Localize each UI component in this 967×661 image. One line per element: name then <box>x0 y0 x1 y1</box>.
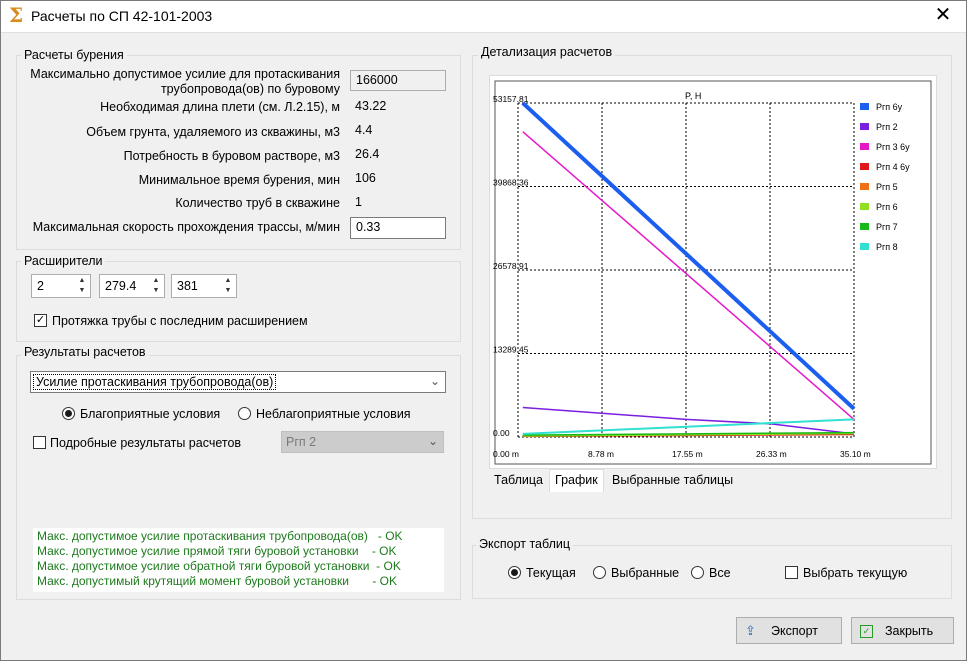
spin-up-icon[interactable]: ▲ <box>75 276 89 286</box>
checks-list: Макс. допустимое усилие протаскивания тр… <box>33 528 444 592</box>
legend-label: Ргп 4 6у <box>876 162 910 172</box>
drilling-group-title: Расчеты бурения <box>21 48 127 62</box>
legend-swatch <box>860 203 869 210</box>
x-tick-label: 0.00 m <box>493 449 519 459</box>
x-tick-label: 17.55 m <box>672 449 703 459</box>
x-tick-label: 8.78 m <box>588 449 614 459</box>
window-title: Расчеты по СП 42-101-2003 <box>31 8 213 24</box>
close-icon[interactable]: ✕ <box>933 4 953 26</box>
export-selected-radio[interactable] <box>593 566 606 579</box>
pull-checkbox[interactable]: ✓ <box>34 314 47 327</box>
legend-label: Ргп 3 6у <box>876 142 910 152</box>
pipe-select[interactable]: Ргп 2 ⌄ <box>281 431 444 453</box>
unfavorable-label: Неблагоприятные условия <box>256 407 411 421</box>
close-button[interactable]: ✓ Закрыть <box>851 617 954 644</box>
legend-swatch <box>860 183 869 190</box>
y-tick-label: 39868.36 <box>493 178 529 188</box>
reamer-3-value: 381 <box>177 279 198 293</box>
legend-swatch <box>860 123 869 130</box>
legend-swatch <box>860 143 869 150</box>
check-item: Макс. допустимое усилие прямой тяги буро… <box>37 544 397 558</box>
favorable-radio[interactable] <box>62 407 75 420</box>
spin-up-icon[interactable]: ▲ <box>149 276 163 286</box>
check-icon: ✓ <box>860 625 873 638</box>
reamer-1-stepper[interactable]: 2 ▲ ▼ <box>31 274 91 298</box>
export-current-label: Текущая <box>526 566 576 580</box>
favorable-label: Благоприятные условия <box>80 407 221 421</box>
tab-chart[interactable]: График <box>549 469 604 492</box>
max-speed-field[interactable]: 0.33 <box>350 217 446 239</box>
reamer-3-stepper[interactable]: 381 ▲ ▼ <box>171 274 237 298</box>
pipe-select-value: Ргп 2 <box>286 435 317 449</box>
detailed-checkbox[interactable] <box>33 436 46 449</box>
pick-current-checkbox[interactable] <box>785 566 798 579</box>
legend-swatch <box>860 223 869 230</box>
export-selected-label: Выбранные <box>611 566 680 580</box>
result-type-value: Усилие протаскивания трубопровода(ов) <box>32 374 277 390</box>
legend-label: Ргп 6 <box>876 202 898 212</box>
export-group-title: Экспорт таблиц <box>476 537 574 551</box>
result-type-select[interactable]: Усилие протаскивания трубопровода(ов) ⌄ <box>30 371 446 393</box>
check-item: Макс. допустимое усилие обратной тяги бу… <box>37 559 401 573</box>
export-button-label: Экспорт <box>771 624 818 638</box>
x-tick-label: 26.33 m <box>756 449 787 459</box>
upload-icon: ⇪ <box>745 623 756 638</box>
tab-table[interactable]: Таблица <box>489 470 548 490</box>
check-item: Макс. допустимое усилие протаскивания тр… <box>37 529 403 543</box>
legend-swatch <box>860 163 869 170</box>
reamer-2-stepper[interactable]: 279.4 ▲ ▼ <box>99 274 165 298</box>
legend-label: Ргп 8 <box>876 242 898 252</box>
line-chart: 0.00 m 8.78 m 17.55 m 26.33 m 35.10 m 0.00 132… <box>493 80 932 465</box>
pipes-count-value: 1 <box>355 195 362 209</box>
mud-need-label: Потребность в буровом растворе, м3 <box>123 149 340 163</box>
y-tick-label: 0.00 <box>493 428 510 438</box>
chart-title: P, H <box>685 91 701 101</box>
y-tick-label: 26578.91 <box>493 261 529 271</box>
chevron-down-icon: ⌄ <box>429 374 440 388</box>
reamers-group-title: Расширители <box>21 254 106 268</box>
pipes-count-label: Количество труб в скважине <box>175 196 340 210</box>
x-tick-label: 35.10 m <box>840 449 871 459</box>
detailed-label: Подробные результаты расчетов <box>50 436 242 450</box>
max-speed-label: Максимальная скорость прохождения трассы… <box>32 220 340 234</box>
spin-up-icon[interactable]: ▲ <box>221 276 235 286</box>
export-all-label: Все <box>709 566 731 580</box>
max-force-field[interactable]: 166000 <box>350 70 446 91</box>
spin-down-icon[interactable]: ▼ <box>149 286 163 296</box>
unfavorable-radio[interactable] <box>238 407 251 420</box>
min-time-label: Минимальное время бурения, мин <box>138 173 340 187</box>
soil-volume-label: Объем грунта, удаляемого из скважины, м3 <box>86 125 340 139</box>
chart-area: 0.00 m 8.78 m 17.55 m 26.33 m 35.10 m 0.00 132… <box>489 75 937 469</box>
pull-label: Протяжка трубы с последним расширением <box>52 314 308 328</box>
string-length-label: Необходимая длина плети (см. Л.2.15), м <box>100 100 340 114</box>
legend-swatch <box>860 103 869 110</box>
soil-volume-value: 4.4 <box>355 123 373 137</box>
legend-label: Ргп 7 <box>876 222 898 232</box>
export-current-radio[interactable] <box>508 566 521 579</box>
title-bar: Σ Расчеты по СП 42-101-2003 ✕ <box>0 0 967 33</box>
min-time-value: 106 <box>355 171 376 185</box>
mud-need-value: 26.4 <box>355 147 380 161</box>
check-item: Макс. допустимый крутящий момент буровой… <box>37 574 398 588</box>
spin-down-icon[interactable]: ▼ <box>221 286 235 296</box>
details-group-title: Детализация расчетов <box>478 45 616 59</box>
legend-swatch <box>860 243 869 250</box>
chevron-down-icon: ⌄ <box>427 434 438 448</box>
legend-label: Ргп 5 <box>876 182 898 192</box>
tab-selected-tables[interactable]: Выбранные таблицы <box>607 470 738 490</box>
pick-current-label: Выбрать текущую <box>803 566 908 580</box>
results-group-title: Результаты расчетов <box>21 345 149 359</box>
y-tick-label: 13289.45 <box>493 345 529 355</box>
string-length-value: 43.22 <box>355 99 387 113</box>
reamer-1-value: 2 <box>37 279 44 293</box>
export-all-radio[interactable] <box>691 566 704 579</box>
legend-label: Ргп 6у <box>876 102 903 112</box>
sigma-icon: Σ <box>9 3 24 27</box>
reamer-2-value: 279.4 <box>105 279 137 293</box>
spin-down-icon[interactable]: ▼ <box>75 286 89 296</box>
legend-label: Ргп 2 <box>876 122 898 132</box>
max-force-label: Максимально допустимое усилие для протас… <box>30 67 340 96</box>
export-button[interactable]: ⇪ Экспорт <box>736 617 842 644</box>
close-button-label: Закрыть <box>885 624 934 638</box>
